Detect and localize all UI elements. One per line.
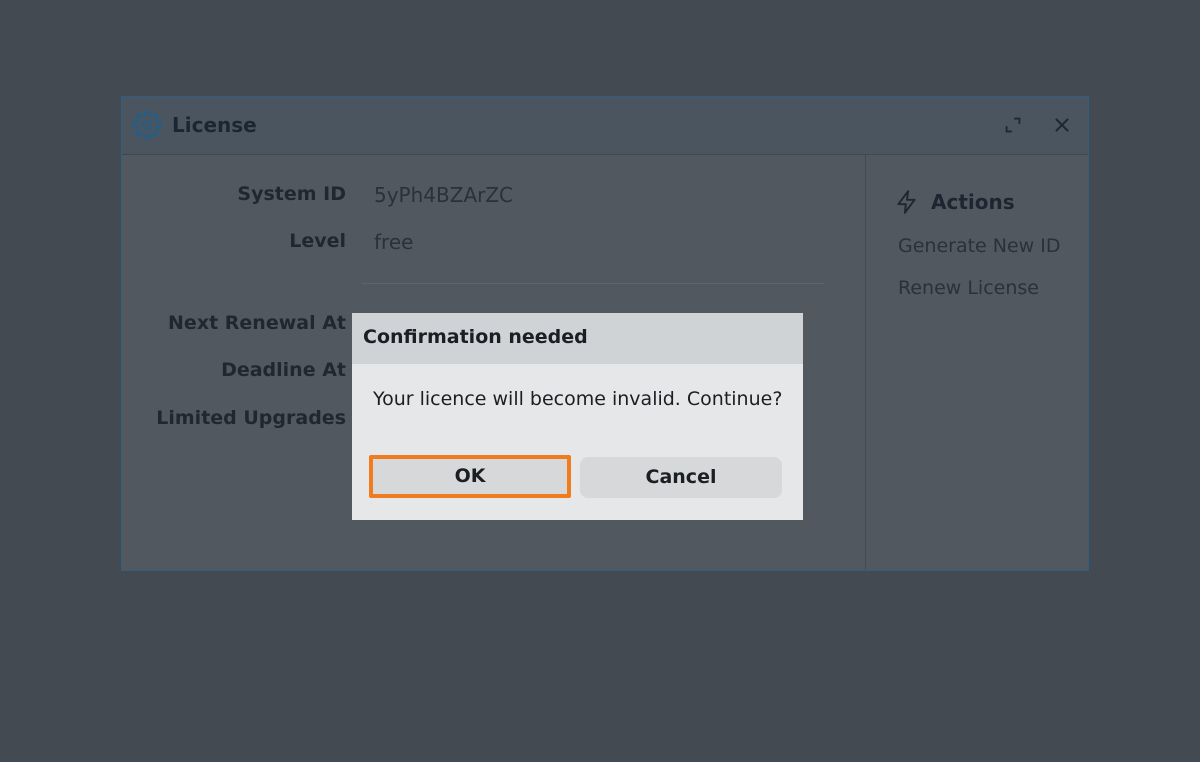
cancel-button[interactable]: Cancel: [580, 457, 782, 498]
ok-button[interactable]: OK: [369, 455, 571, 498]
dialog-header: Confirmation needed: [352, 313, 803, 364]
dialog-title: Confirmation needed: [363, 326, 588, 348]
dialog-message: Your licence will become invalid. Contin…: [373, 388, 783, 410]
confirmation-dialog: Confirmation needed Your licence will be…: [352, 313, 803, 520]
modal-overlay: Confirmation needed Your licence will be…: [0, 0, 1200, 762]
